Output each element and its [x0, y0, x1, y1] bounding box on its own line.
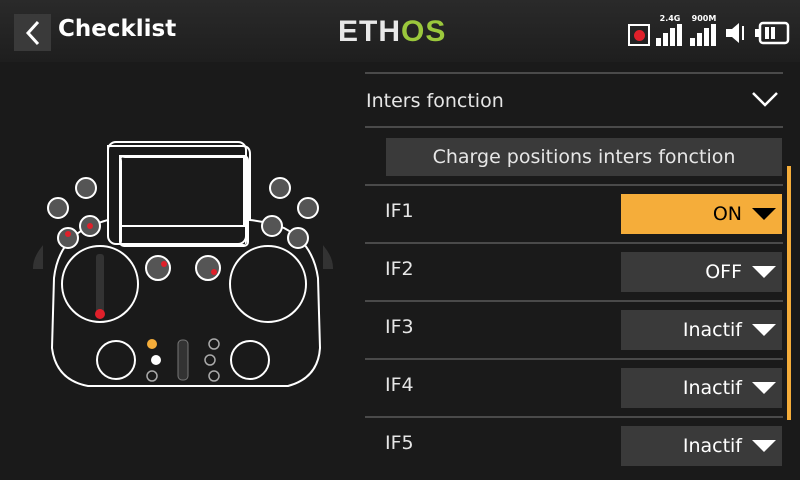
table-row: IF3 Inactif	[365, 300, 783, 358]
state-dropdown[interactable]: Inactif	[621, 310, 782, 350]
dropdown-triangle-icon	[752, 382, 776, 394]
status-bar: 2.4G 900M	[628, 14, 790, 46]
function-switches-panel: Inters fonction Charge positions inters …	[365, 62, 783, 480]
top-bar: Checklist ETHOS 2.4G 900M	[0, 0, 800, 62]
load-function-switch-positions-button[interactable]: Charge positions inters fonction	[386, 138, 782, 176]
section-header[interactable]: Inters fonction	[365, 72, 783, 128]
dropdown-triangle-icon	[752, 208, 776, 220]
dropdown-triangle-icon	[752, 266, 776, 278]
signal-icon: 900M	[690, 14, 718, 46]
state-dropdown[interactable]: Inactif	[621, 426, 782, 466]
row-label: IF1	[385, 200, 414, 222]
record-icon[interactable]	[628, 24, 650, 46]
back-button[interactable]	[14, 14, 51, 51]
table-row: IF4 Inactif	[365, 358, 783, 416]
chevron-down-icon	[752, 92, 778, 107]
state-dropdown[interactable]: OFF	[621, 252, 782, 292]
radio-transmitter-illustration	[32, 141, 334, 387]
dropdown-triangle-icon	[752, 324, 776, 336]
state-dropdown[interactable]: ON	[621, 194, 782, 234]
page-title: Checklist	[58, 16, 177, 42]
dropdown-triangle-icon	[752, 440, 776, 452]
row-label: IF5	[385, 432, 414, 454]
table-row: IF1 ON	[365, 184, 783, 242]
chevron-left-icon	[25, 20, 39, 45]
table-row: IF5 Inactif	[365, 416, 783, 474]
signal-icon: 2.4G	[656, 14, 684, 46]
battery-icon	[755, 21, 790, 45]
row-label: IF4	[385, 374, 414, 396]
section-title: Inters fonction	[366, 90, 504, 112]
row-label: IF3	[385, 316, 414, 338]
speaker-icon[interactable]	[724, 20, 748, 46]
ethos-logo: ETHOS	[338, 15, 447, 48]
table-row: IF2 OFF	[365, 242, 783, 300]
scrollbar[interactable]	[787, 166, 791, 420]
row-label: IF2	[385, 258, 414, 280]
state-dropdown[interactable]: Inactif	[621, 368, 782, 408]
